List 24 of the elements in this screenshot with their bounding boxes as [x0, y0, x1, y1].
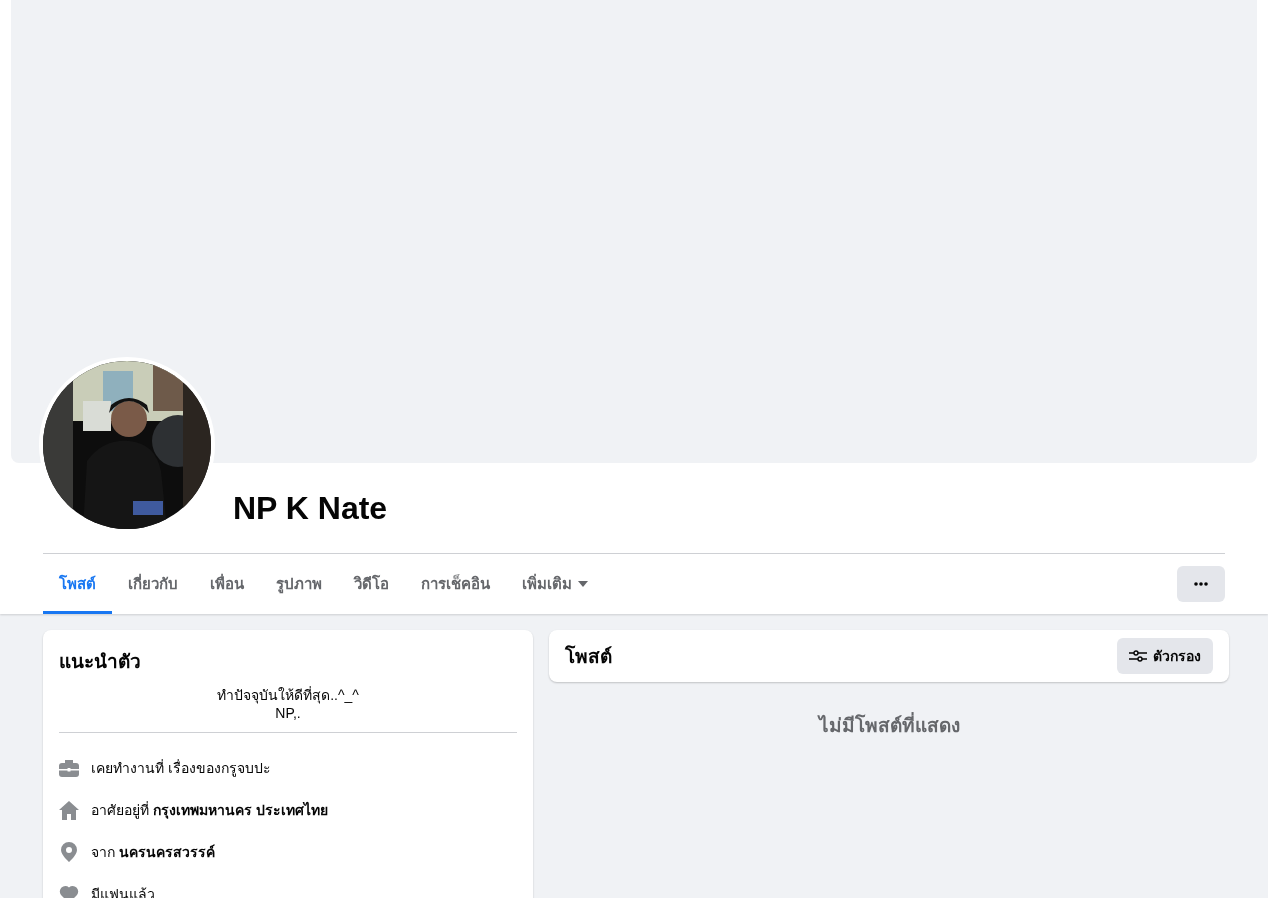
- briefcase-icon: [59, 759, 79, 777]
- intro-detail: เคยทำงานที่ เรื่องของกรูจบปะ: [91, 758, 271, 779]
- bio-text: NP,.: [274, 704, 302, 722]
- house-icon: [59, 800, 79, 820]
- filter-button[interactable]: ตัวกรอง: [1117, 638, 1213, 674]
- profile-name: NP K Nate: [233, 490, 388, 527]
- profile-tab[interactable]: เพื่อน: [194, 554, 260, 614]
- intro-title: แนะนำตัว: [59, 650, 142, 674]
- heart-icon: [59, 885, 79, 898]
- profile-tab[interactable]: รูปภาพ: [260, 554, 338, 614]
- profile-tab[interactable]: การเช็คอิน: [405, 554, 506, 614]
- filter-icon: [1129, 650, 1147, 662]
- profile-tab[interactable]: เพิ่มเติม: [506, 554, 604, 614]
- posts-title: โพสต์: [565, 644, 612, 669]
- intro-detail: อาศัยอยู่ที่ กรุงเทพมหานคร ประเทศไทย: [91, 800, 328, 821]
- empty-message: ไม่มีโพสต์ที่แสดง: [549, 710, 1229, 740]
- intro-detail: จาก นครนครสวรรค์: [91, 843, 215, 862]
- more-icon: [1194, 582, 1208, 586]
- profile-tab[interactable]: วิดีโอ: [338, 554, 405, 614]
- more-options-button[interactable]: [1177, 566, 1225, 602]
- bio-text: ทำปัจจุบันให้ดีที่สุด..^_^: [216, 686, 360, 704]
- profile-tab[interactable]: เกี่ยวกับ: [112, 554, 194, 614]
- profile-tab[interactable]: โพสต์: [43, 554, 112, 614]
- location-pin-icon: [59, 842, 79, 862]
